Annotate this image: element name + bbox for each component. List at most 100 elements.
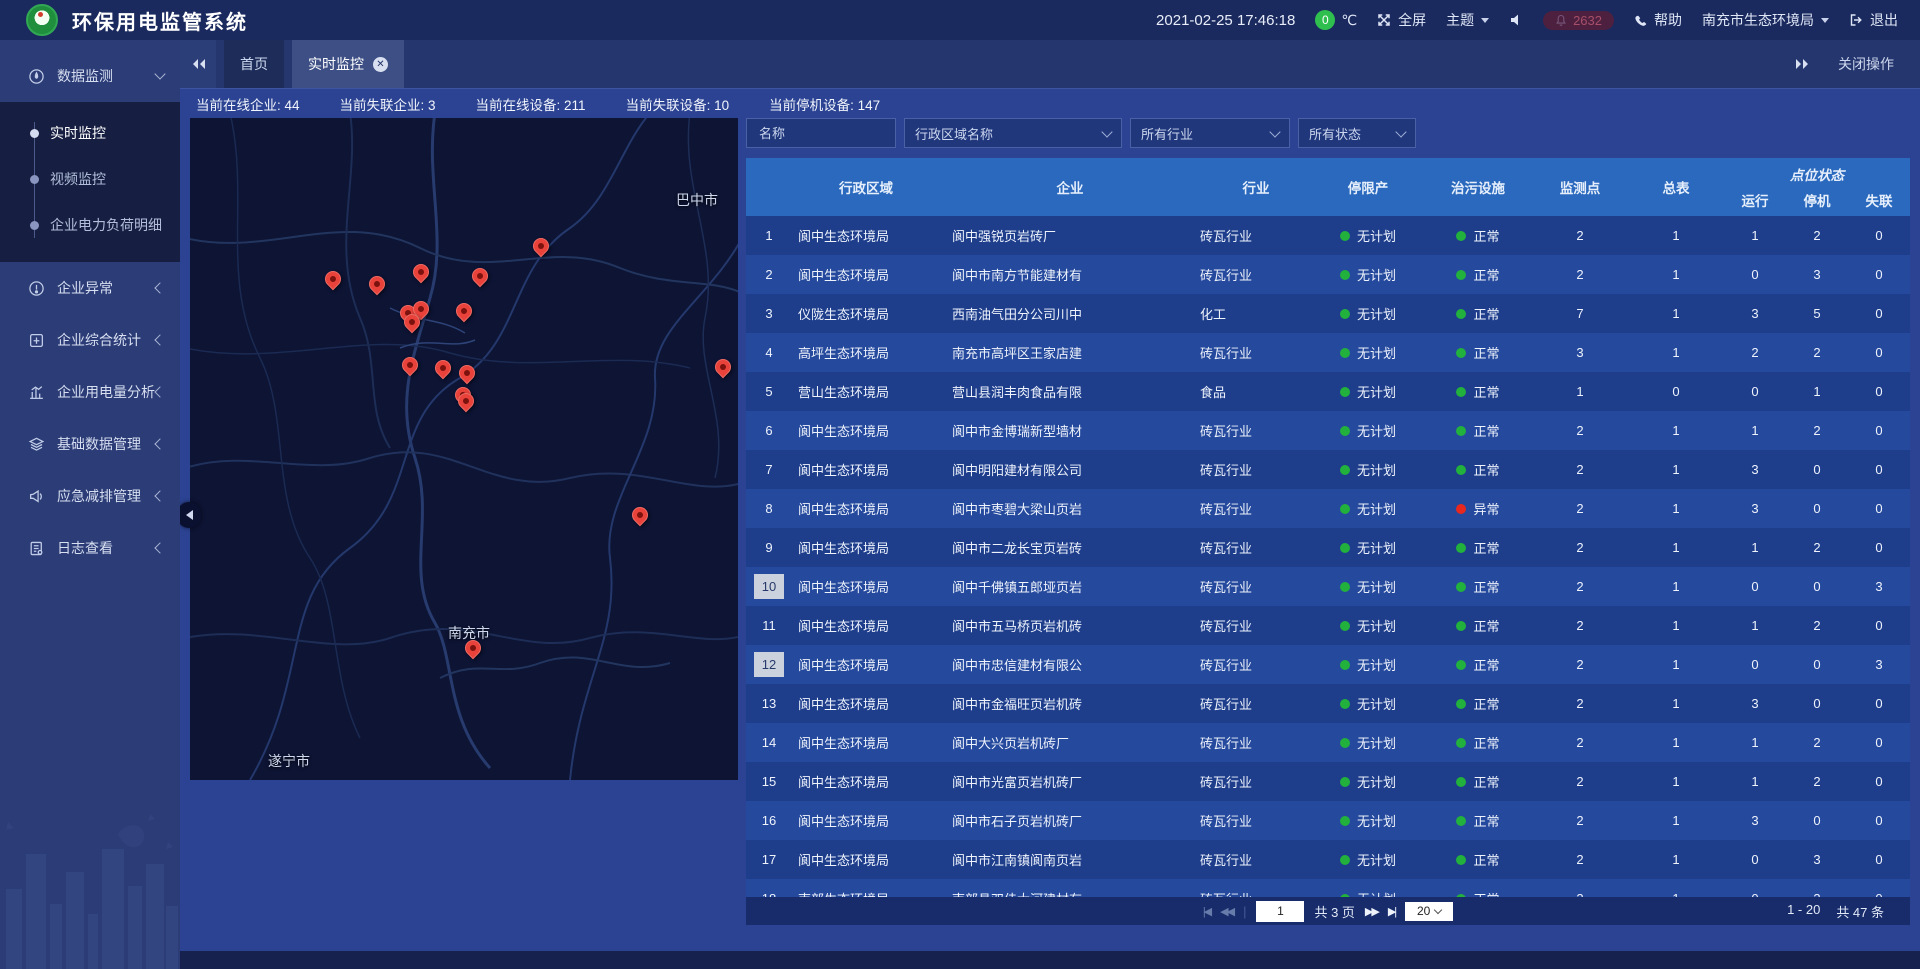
cell-index: 5 <box>746 379 792 404</box>
cell-run: 0 <box>1724 657 1786 672</box>
table-row[interactable]: 12阆中生态环境局阆中市忠信建材有限公砖瓦行业无计划正常21003 <box>746 645 1910 684</box>
table-row[interactable]: 16阆中生态环境局阆中市石子页岩机砖厂砖瓦行业无计划正常21300 <box>746 801 1910 840</box>
org-dropdown[interactable]: 南充市生态环境局 <box>1702 10 1829 30</box>
cell-run: 0 <box>1724 852 1786 867</box>
next-page-button[interactable]: ▶▶ <box>1365 905 1378 918</box>
cell-facility-label: 异常 <box>1473 499 1499 518</box>
map-collapse-handle[interactable] <box>177 502 201 528</box>
status-metric: 当前在线设备: 211 <box>476 94 586 114</box>
cell-points: 2 <box>1532 852 1628 867</box>
table-row[interactable]: 14阆中生态环境局阆中大兴页岩机砖厂砖瓦行业无计划正常21120 <box>746 723 1910 762</box>
tab-close-icon[interactable]: ✕ <box>373 57 388 72</box>
table-row[interactable]: 1阆中生态环境局阆中强锐页岩砖厂砖瓦行业无计划正常21120 <box>746 216 1910 255</box>
table-row[interactable]: 3仪陇生态环境局西南油气田分公司川中化工无计划正常71350 <box>746 294 1910 333</box>
region-select[interactable]: 行政区域名称 <box>904 118 1122 148</box>
cell-run: 3 <box>1724 696 1786 711</box>
notification-badge[interactable]: 2632 <box>1543 11 1614 30</box>
table-row[interactable]: 10阆中生态环境局阆中千佛镇五郎垭页岩砖瓦行业无计划正常21003 <box>746 567 1910 606</box>
tab-home[interactable]: 首页 <box>224 40 284 88</box>
table-row[interactable]: 17阆中生态环境局阆中市江南镇阆南页岩砖瓦行业无计划正常21030 <box>746 840 1910 879</box>
theme-menu-button[interactable]: 主题 <box>1446 10 1489 30</box>
sidebar-item-basic-data-management[interactable]: 基础数据管理 <box>0 418 180 470</box>
table-row[interactable]: 15阆中生态环境局阆中市光富页岩机砖厂砖瓦行业无计划正常21120 <box>746 762 1910 801</box>
table-row[interactable]: 8阆中生态环境局阆中市枣碧大梁山页岩砖瓦行业无计划异常21300 <box>746 489 1910 528</box>
cell-run: 2 <box>1724 345 1786 360</box>
cell-company: 阆中市江南镇阆南页岩 <box>946 850 1194 869</box>
first-page-button[interactable]: |◀ <box>1203 905 1210 918</box>
map-panel[interactable]: 巴中市南充市遂宁市 <box>190 118 738 780</box>
prev-page-button[interactable]: ◀◀ <box>1220 905 1233 918</box>
sidebar-subitem-label: 实时监控 <box>50 123 106 143</box>
last-page-button[interactable]: ▶| <box>1388 905 1395 918</box>
cell-region: 阆中生态环境局 <box>792 772 946 791</box>
double-chevron-left-icon <box>191 58 206 70</box>
status-dot-green <box>1340 582 1350 592</box>
row-index: 13 <box>754 691 784 716</box>
cell-limit: 无计划 <box>1312 577 1424 596</box>
cell-index: 8 <box>746 496 792 521</box>
logout-button[interactable]: 退出 <box>1849 10 1898 30</box>
table-row[interactable]: 18南部生态环境局南部县双佳大河建材有砖瓦行业无计划正常21030 <box>746 879 1910 897</box>
double-chevron-right-icon[interactable] <box>1795 58 1810 70</box>
cell-run: 1 <box>1724 540 1786 555</box>
cell-facility: 正常 <box>1424 655 1532 674</box>
cell-limit: 无计划 <box>1312 265 1424 284</box>
tabs-scroll-left-button[interactable] <box>180 40 216 88</box>
table-row[interactable]: 7阆中生态环境局阆中明阳建材有限公司砖瓦行业无计划正常21300 <box>746 450 1910 489</box>
table-row[interactable]: 11阆中生态环境局阆中市五马桥页岩机砖砖瓦行业无计划正常21120 <box>746 606 1910 645</box>
cell-meters: 1 <box>1628 813 1724 828</box>
cell-points: 2 <box>1532 696 1628 711</box>
table-row[interactable]: 4高坪生态环境局南充市高坪区王家店建砖瓦行业无计划正常31220 <box>746 333 1910 372</box>
cell-industry: 砖瓦行业 <box>1194 655 1312 674</box>
temperature-badge: 0 <box>1315 10 1335 30</box>
cell-region: 阆中生态环境局 <box>792 850 946 869</box>
name-search-input[interactable] <box>757 125 885 142</box>
name-search-field[interactable] <box>746 118 896 148</box>
sidebar-item-power-load-detail[interactable]: 企业电力负荷明细 <box>0 202 180 248</box>
sidebar-item-label: 日志查看 <box>57 538 113 558</box>
close-operations-button[interactable]: 关闭操作 <box>1838 54 1894 74</box>
help-button[interactable]: 帮助 <box>1634 10 1682 30</box>
bottom-strip <box>180 951 1920 969</box>
table-row[interactable]: 13阆中生态环境局阆中市金福旺页岩机砖砖瓦行业无计划正常21300 <box>746 684 1910 723</box>
sidebar-item-label: 基础数据管理 <box>57 434 141 454</box>
industry-select[interactable]: 所有行业 <box>1130 118 1290 148</box>
sidebar-item-realtime-monitoring[interactable]: 实时监控 <box>0 110 180 156</box>
status-dot-green <box>1456 582 1466 592</box>
cell-company: 阆中市忠信建材有限公 <box>946 655 1194 674</box>
row-index: 4 <box>754 340 784 365</box>
page-size-select[interactable]: 20 <box>1405 902 1453 921</box>
tab-realtime-monitoring[interactable]: 实时监控 ✕ <box>292 40 404 88</box>
cell-meters: 1 <box>1628 501 1724 516</box>
table-row[interactable]: 6阆中生态环境局阆中市金博瑞新型墙材砖瓦行业无计划正常21120 <box>746 411 1910 450</box>
sidebar-item-video-monitoring[interactable]: 视频监控 <box>0 156 180 202</box>
cell-points: 2 <box>1532 618 1628 633</box>
app-logo-icon <box>26 4 58 36</box>
cell-region: 仪陇生态环境局 <box>792 304 946 323</box>
sidebar-item-power-usage-analysis[interactable]: 企业用电量分析 <box>0 366 180 418</box>
sidebar-item-data-monitoring[interactable]: 数据监测 <box>0 50 180 102</box>
cell-run: 3 <box>1724 462 1786 477</box>
table-row[interactable]: 2阆中生态环境局阆中市南方节能建材有砖瓦行业无计划正常21030 <box>746 255 1910 294</box>
sidebar-item-log-view[interactable]: 日志查看 <box>0 522 180 574</box>
status-select[interactable]: 所有状态 <box>1298 118 1416 148</box>
cell-limit-label: 无计划 <box>1357 733 1396 752</box>
chevron-down-icon <box>1269 126 1280 137</box>
cell-lost: 0 <box>1848 852 1910 867</box>
table-row[interactable]: 9阆中生态环境局阆中市二龙长宝页岩砖砖瓦行业无计划正常21120 <box>746 528 1910 567</box>
enterprise-table-panel: 行政区域名称 所有行业 所有状态 行政区域 <box>746 118 1910 925</box>
status-dot-green <box>1456 660 1466 670</box>
sidebar-item-enterprise-statistics[interactable]: 企业综合统计 <box>0 314 180 366</box>
row-index: 11 <box>754 613 784 638</box>
fullscreen-button[interactable]: 全屏 <box>1377 10 1426 30</box>
page-number-input[interactable] <box>1256 901 1304 922</box>
cell-index: 7 <box>746 457 792 482</box>
cell-points: 2 <box>1532 501 1628 516</box>
sidebar-item-enterprise-abnormal[interactable]: 企业异常 <box>0 262 180 314</box>
table-row[interactable]: 5营山生态环境局营山县润丰肉食品有限食品无计划正常10010 <box>746 372 1910 411</box>
sound-toggle-button[interactable] <box>1509 13 1523 27</box>
cell-limit: 无计划 <box>1312 226 1424 245</box>
sidebar-item-emergency-reduction[interactable]: 应急减排管理 <box>0 470 180 522</box>
range-label: 1 - 20 <box>1787 902 1820 921</box>
cell-facility-label: 正常 <box>1473 850 1499 869</box>
